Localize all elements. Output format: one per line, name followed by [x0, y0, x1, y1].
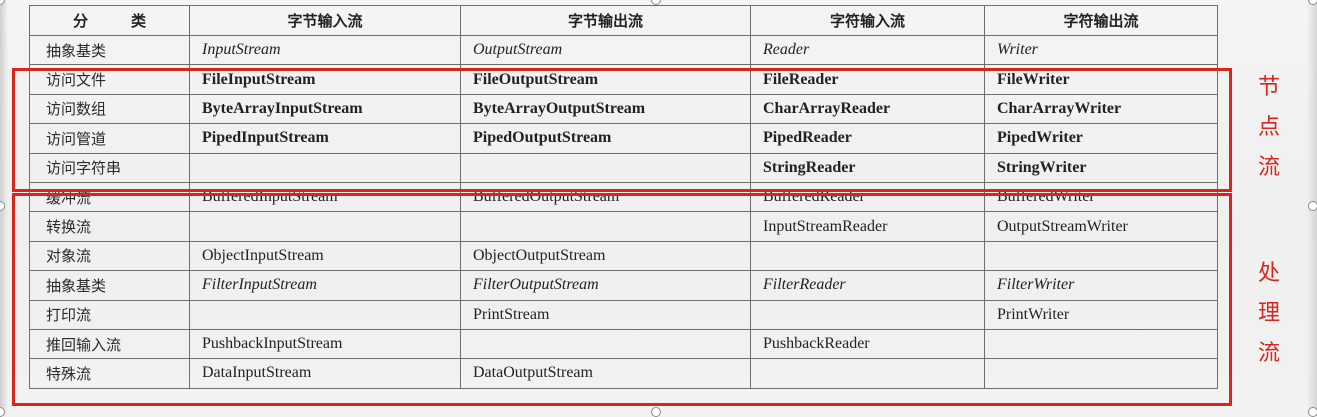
processing-stream-label: 处 理 流	[1257, 261, 1280, 366]
char-output-cell: BufferedWriter	[984, 181, 1218, 213]
row-category: 访问数组	[29, 93, 190, 125]
char-output-cell	[984, 240, 1218, 272]
char-output-cell: OutputStreamWriter	[984, 211, 1218, 242]
resize-handle-bottom[interactable]	[651, 407, 661, 417]
table-row: 抽象基类 InputStream OutputStream Reader Wri…	[29, 34, 1218, 66]
char-output-cell: Writer	[984, 34, 1218, 66]
table-row: 访问文件 FileInputStream FileOutputStream Fi…	[29, 64, 1218, 95]
row-category: 访问管道	[29, 123, 190, 154]
char-input-cell: PipedReader	[750, 123, 985, 154]
byte-input-cell	[189, 299, 461, 330]
byte-input-cell: PushbackInputStream	[189, 328, 461, 360]
byte-output-cell: DataOutputStream	[460, 358, 751, 389]
header-char-output: 字符输出流	[984, 5, 1218, 36]
table-row: 特殊流 DataInputStream DataOutputStream	[29, 358, 1218, 389]
header-category: 分 类	[29, 5, 190, 36]
table-row: 缓冲流 BufferedInputStream BufferedOutputSt…	[29, 181, 1218, 213]
byte-output-cell: FilterOutputStream	[460, 270, 751, 301]
char-input-cell	[750, 358, 985, 389]
byte-input-cell: FilterInputStream	[189, 270, 461, 301]
resize-handle-bottom-left[interactable]	[0, 407, 5, 417]
row-category: 推回输入流	[29, 328, 190, 360]
header-char-input: 字符输入流	[750, 5, 985, 36]
byte-input-cell: InputStream	[189, 34, 461, 66]
char-input-cell: FileReader	[750, 64, 985, 95]
resize-handle-right[interactable]	[1308, 201, 1317, 211]
byte-input-cell: PipedInputStream	[189, 123, 461, 154]
byte-input-cell: ObjectInputStream	[189, 240, 461, 272]
char-output-cell: FilterWriter	[984, 270, 1218, 301]
header-byte-input: 字节输入流	[189, 5, 461, 36]
byte-input-cell: DataInputStream	[189, 358, 461, 389]
table-row: 访问字符串 StringReader StringWriter	[29, 152, 1218, 183]
row-category: 抽象基类	[29, 270, 190, 301]
row-category: 缓冲流	[29, 181, 190, 213]
table-row: 抽象基类 FilterInputStream FilterOutputStrea…	[29, 270, 1218, 301]
row-category: 访问文件	[29, 64, 190, 95]
byte-input-cell: BufferedInputStream	[189, 181, 461, 213]
table-header-row: 分 类 字节输入流 字节输出流 字符输入流 字符输出流	[29, 5, 1218, 36]
table-row: 对象流 ObjectInputStream ObjectOutputStream	[29, 240, 1218, 272]
char-output-cell: StringWriter	[984, 152, 1218, 183]
byte-output-cell: FileOutputStream	[460, 64, 751, 95]
byte-output-cell	[460, 211, 751, 242]
resize-handle-bottom-right[interactable]	[1308, 407, 1317, 417]
char-input-cell: PushbackReader	[750, 328, 985, 360]
node-stream-label: 节 点 流	[1257, 75, 1280, 180]
row-category: 转换流	[29, 211, 190, 242]
table-row: 访问管道 PipedInputStream PipedOutputStream …	[29, 123, 1218, 154]
byte-output-cell	[460, 152, 751, 183]
char-output-cell: FileWriter	[984, 64, 1218, 95]
char-input-cell: FilterReader	[750, 270, 985, 301]
char-output-cell: PipedWriter	[984, 123, 1218, 154]
table-row: 推回输入流 PushbackInputStream PushbackReader	[29, 328, 1218, 360]
char-input-cell: InputStreamReader	[750, 211, 985, 242]
char-output-cell: PrintWriter	[984, 299, 1218, 330]
row-category: 对象流	[29, 240, 190, 272]
char-input-cell: CharArrayReader	[750, 93, 985, 125]
row-category: 特殊流	[29, 358, 190, 389]
header-byte-output: 字节输出流	[460, 5, 751, 36]
byte-input-cell	[189, 152, 461, 183]
table-row: 打印流 PrintStream PrintWriter	[29, 299, 1218, 330]
byte-output-cell: ObjectOutputStream	[460, 240, 751, 272]
char-input-cell: StringReader	[750, 152, 985, 183]
table-row: 转换流 InputStreamReader OutputStreamWriter	[29, 211, 1218, 242]
byte-output-cell: OutputStream	[460, 34, 751, 66]
row-category: 抽象基类	[29, 34, 190, 66]
table-row: 访问数组 ByteArrayInputStream ByteArrayOutpu…	[29, 93, 1218, 125]
char-input-cell	[750, 299, 985, 330]
byte-output-cell: BufferedOutputStream	[460, 181, 751, 213]
document-sheet: 分 类 字节输入流 字节输出流 字符输入流 字符输出流 抽象基类 InputSt…	[0, 0, 1317, 417]
byte-input-cell: ByteArrayInputStream	[189, 93, 461, 125]
byte-input-cell	[189, 211, 461, 242]
byte-output-cell: PipedOutputStream	[460, 123, 751, 154]
table-body: 抽象基类 InputStream OutputStream Reader Wri…	[29, 34, 1218, 389]
byte-input-cell: FileInputStream	[189, 64, 461, 95]
row-category: 访问字符串	[29, 152, 190, 183]
char-output-cell: CharArrayWriter	[984, 93, 1218, 125]
char-output-cell	[984, 358, 1218, 389]
byte-output-cell: ByteArrayOutputStream	[460, 93, 751, 125]
byte-output-cell: PrintStream	[460, 299, 751, 330]
row-category: 打印流	[29, 299, 190, 330]
char-input-cell	[750, 240, 985, 272]
char-output-cell	[984, 328, 1218, 360]
char-input-cell: BufferedReader	[750, 181, 985, 213]
byte-output-cell	[460, 328, 751, 360]
io-stream-classification-table: 分 类 字节输入流 字节输出流 字符输入流 字符输出流 抽象基类 InputSt…	[29, 5, 1218, 389]
char-input-cell: Reader	[750, 34, 985, 66]
